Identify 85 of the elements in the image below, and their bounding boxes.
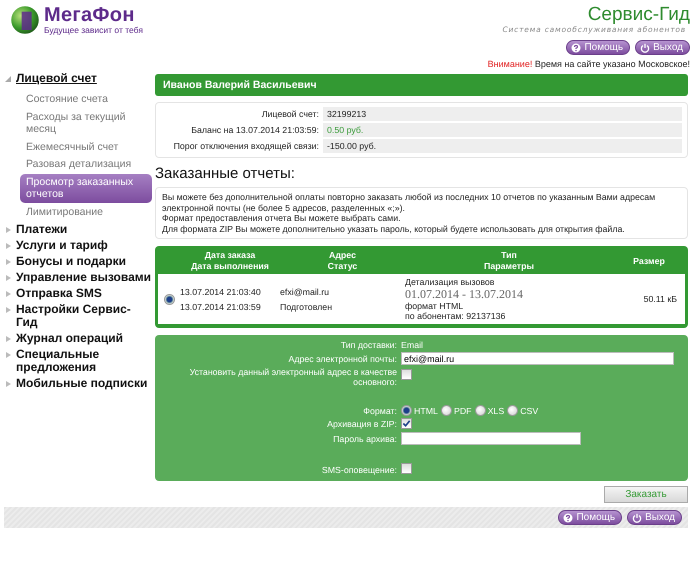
help-button[interactable]: Помощь (566, 40, 630, 55)
field-value: Email (401, 340, 424, 350)
sidebar-item[interactable]: Журнал операций (16, 332, 123, 345)
table-cell-text: 01.07.2014 - 13.07.2014 (405, 287, 524, 301)
radio-button[interactable] (474, 405, 486, 416)
sidebar-item[interactable]: Мобильные подписки (16, 377, 148, 390)
field-label: Порог отключения входящей связи: (172, 140, 319, 153)
power-icon (632, 512, 642, 522)
table-cell-text: Подготовлен (280, 302, 334, 312)
radio-button[interactable] (164, 294, 174, 304)
collapsed-arrow-icon[interactable] (4, 380, 12, 388)
field-label: SMS-оповещение: (320, 464, 397, 474)
option-label: PDF (454, 406, 472, 416)
column-header: Размер (632, 256, 666, 266)
collapsed-arrow-icon[interactable] (4, 226, 12, 234)
time-notice: Внимание! Время на сайте указано Московское! (488, 59, 690, 69)
sidebar-subitem[interactable]: Расходы за текущий месяц (20, 108, 152, 138)
power-icon (640, 42, 650, 52)
logo-icon (10, 5, 40, 35)
radio-button[interactable] (401, 405, 412, 416)
checkbox[interactable] (401, 418, 412, 429)
sidebar-subitem[interactable]: Просмотр заказанных отчетов (20, 174, 152, 202)
table-cell-text: формат HTML (405, 301, 464, 311)
logo-slogan: Будущее зависит от тебя (44, 26, 143, 35)
table-cell-text: 13.07.2014 21:03:40 (180, 286, 262, 296)
field-label: Формат: (362, 406, 397, 416)
sidebar-item[interactable]: Бонусы и подарки (16, 255, 126, 268)
help-icon (571, 42, 582, 52)
sidebar-item[interactable]: Управление вызовами (16, 271, 152, 284)
field-value: -150.00 руб. (323, 139, 682, 153)
field-value: 32199213 (323, 107, 682, 121)
sidebar-item[interactable]: Лицевой счет (16, 72, 97, 85)
table-cell-text: Детализация вызовов (405, 277, 496, 287)
sidebar-item[interactable]: Настройки Сервис-Гид (16, 303, 152, 329)
sidebar-subitem[interactable]: Разовая детализация (20, 156, 152, 172)
field-value: 0.50 руб. (323, 123, 682, 137)
collapsed-arrow-icon[interactable] (4, 274, 12, 282)
field-label: Архивация в ZIP: (326, 419, 397, 429)
sidebar-subitem[interactable]: Лимитирование (20, 204, 152, 220)
service-title: Сервис-Гид (588, 5, 690, 25)
info-text: Формат предоставления отчета Вы можете выбрать сами. (162, 213, 402, 224)
sidebar-subitem[interactable]: Ежемесячный счет (20, 138, 152, 155)
table-cell-text: по абонентам: 92137136 (405, 311, 506, 321)
sidebar-subitem[interactable]: Состояние счета (20, 91, 152, 108)
option-label: CSV (520, 406, 538, 416)
sidebar-item[interactable]: Отправка SMS (16, 287, 102, 300)
email-field[interactable]: efxi@mail.ru (401, 352, 674, 365)
help-button[interactable]: Помощь (558, 510, 622, 525)
logo-name: МегаФон (44, 5, 136, 26)
password-field[interactable] (401, 432, 581, 445)
field-label: Адрес электронной почты: (287, 354, 397, 364)
radio-button[interactable] (440, 405, 452, 416)
checkbox[interactable] (401, 369, 412, 380)
collapsed-arrow-icon[interactable] (4, 306, 12, 314)
option-label: HTML (414, 406, 438, 416)
column-header: Дата заказа Дата выполнения (190, 250, 270, 272)
help-icon (563, 512, 574, 522)
sidebar-item[interactable]: Специальные предложения (16, 348, 152, 374)
sidebar-item[interactable]: Услуги и тариф (16, 239, 108, 252)
collapsed-arrow-icon[interactable] (4, 242, 12, 250)
radio-button[interactable] (507, 405, 518, 416)
logout-button[interactable]: Выход (627, 510, 682, 525)
field-label: Баланс на 13.07.2014 21:03:59: (190, 124, 319, 137)
info-text: Для формата ZIP Вы можете дополнительно указать пароль, который будете использовать для открытия файла. (162, 224, 626, 234)
field-label: Тип доставки: (340, 340, 397, 350)
sidebar-item[interactable]: Платежи (16, 223, 68, 236)
column-header: Адрес Статус (326, 250, 358, 272)
section-title: Заказанные отчеты: (155, 165, 296, 182)
checkbox[interactable] (401, 463, 412, 474)
column-header: Тип Параметры (483, 250, 535, 272)
collapsed-arrow-icon[interactable] (4, 290, 12, 298)
field-label: Установить данный электронный адрес в качестве основного: (188, 367, 397, 387)
logout-button[interactable]: Выход (635, 40, 690, 55)
collapsed-arrow-icon[interactable] (4, 351, 12, 359)
subscriber-name-bar: Иванов Валерий Васильевич (155, 74, 688, 96)
table-cell-text: efxi@mail.ru (280, 286, 330, 296)
field-label: Лицевой счет: (260, 108, 319, 121)
expanded-arrow-icon[interactable] (4, 75, 12, 83)
collapsed-arrow-icon[interactable] (4, 258, 12, 266)
table-cell-text: 13.07.2014 21:03:59 (180, 302, 262, 312)
info-text: Вы можете без дополнительной оплаты повторно заказать любой из последних 10 отчетов по указанным Вами адресам электронной почты (не более 5 адресов, разделенных «;»). (162, 192, 656, 213)
collapsed-arrow-icon[interactable] (4, 335, 12, 343)
field-label: Пароль архива: (332, 434, 397, 444)
table-cell-text: 50.11 кБ (642, 294, 678, 304)
option-label: XLS (488, 406, 504, 416)
